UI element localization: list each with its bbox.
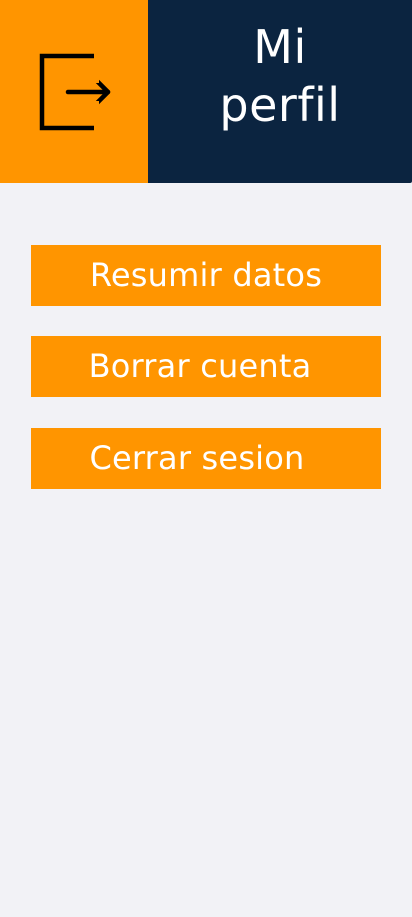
logout-session-label: Cerrar sesion xyxy=(89,439,305,477)
summarize-data-label: Resumir datos xyxy=(89,256,323,294)
delete-account-label: Borrar cuenta xyxy=(88,347,312,385)
title-panel: Mi perfil xyxy=(148,0,412,183)
delete-account-button[interactable]: Borrar cuenta xyxy=(31,336,381,397)
summarize-data-button[interactable]: Resumir datos xyxy=(31,245,381,306)
logout-button[interactable] xyxy=(0,0,148,183)
logout-session-button[interactable]: Cerrar sesion xyxy=(31,428,381,489)
page-title: Mi perfil xyxy=(219,20,341,132)
profile-header: Mi perfil xyxy=(0,0,412,183)
logout-icon xyxy=(39,53,111,130)
